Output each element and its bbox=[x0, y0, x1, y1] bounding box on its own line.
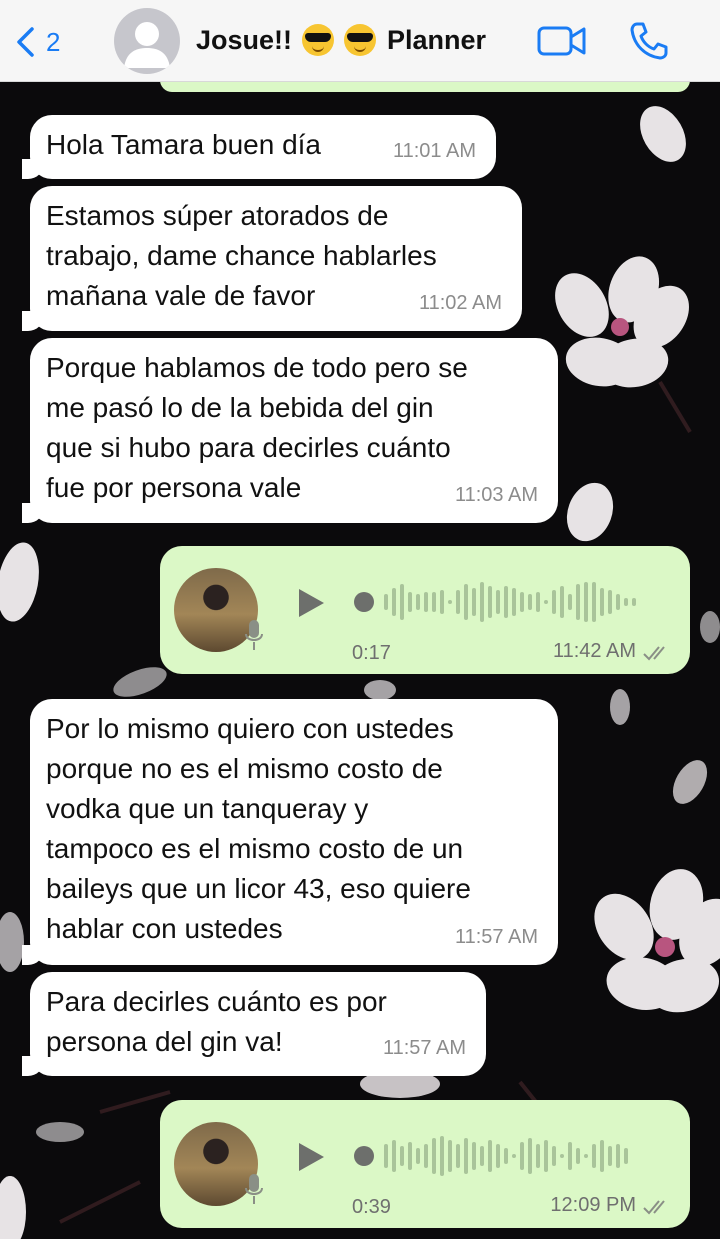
message-time: 11:03 AM bbox=[454, 484, 538, 506]
incoming-message[interactable]: Estamos súper atorados de trabajo, dame … bbox=[22, 186, 522, 331]
double-check-icon bbox=[643, 646, 665, 661]
voice-duration: 0:39 bbox=[352, 1196, 391, 1218]
outgoing-voice-message[interactable]: 0:17 11:42 AM bbox=[160, 546, 690, 674]
microphone-icon bbox=[245, 620, 263, 650]
message-time: 12:09 PM bbox=[550, 1194, 636, 1216]
waveform[interactable] bbox=[350, 576, 660, 628]
message-text: Por lo mismo quiero con ustedes porque n… bbox=[46, 713, 471, 944]
incoming-message[interactable]: Hola Tamara buen día 11:01 AM bbox=[22, 115, 496, 179]
incoming-message[interactable]: Porque hablamos de todo pero se me pasó … bbox=[22, 338, 558, 523]
chat-area[interactable]: Hola Tamara buen día 11:01 AM Estamos sú… bbox=[0, 82, 720, 1239]
double-check-icon bbox=[643, 1200, 665, 1215]
microphone-icon bbox=[245, 1174, 263, 1204]
message-time: 11:57 AM bbox=[454, 926, 538, 948]
message-time: 11:02 AM bbox=[418, 292, 502, 314]
default-avatar-icon bbox=[124, 22, 170, 68]
contact-name: Josue!! bbox=[196, 24, 293, 55]
message-time: 11:42 AM bbox=[552, 640, 636, 662]
message-time: 11:57 AM bbox=[382, 1037, 466, 1059]
smiling-face-with-sunglasses-icon bbox=[344, 24, 377, 56]
play-icon[interactable] bbox=[296, 1142, 326, 1172]
contact-title[interactable]: Josue!! Planner bbox=[196, 24, 486, 56]
incoming-message[interactable]: Por lo mismo quiero con ustedes porque n… bbox=[22, 699, 558, 965]
phone-call-icon[interactable] bbox=[628, 20, 670, 62]
chat-header: 2 Josue!! Planner bbox=[0, 0, 720, 82]
message-time: 11:01 AM bbox=[392, 140, 476, 162]
video-call-icon[interactable] bbox=[537, 22, 587, 60]
play-icon[interactable] bbox=[296, 588, 326, 618]
waveform[interactable] bbox=[350, 1130, 660, 1182]
contact-suffix: Planner bbox=[387, 24, 487, 55]
unread-count: 2 bbox=[46, 26, 61, 57]
voice-duration: 0:17 bbox=[352, 642, 391, 664]
chevron-left-icon bbox=[17, 27, 34, 57]
smiling-face-with-sunglasses-icon bbox=[302, 24, 335, 56]
contact-avatar[interactable] bbox=[114, 8, 180, 74]
incoming-message[interactable]: Para decirles cuánto es por persona del … bbox=[22, 972, 486, 1076]
outgoing-voice-message[interactable]: 0:39 12:09 PM bbox=[160, 1100, 690, 1228]
back-button[interactable]: 2 bbox=[14, 22, 84, 62]
